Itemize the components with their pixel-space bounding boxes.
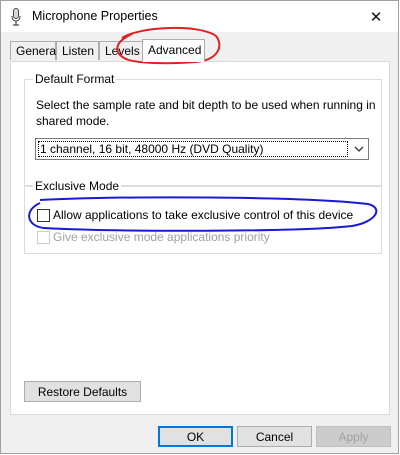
cancel-button[interactable]: Cancel <box>237 426 312 447</box>
sample-rate-dropdown[interactable]: 1 channel, 16 bit, 48000 Hz (DVD Quality… <box>35 138 369 160</box>
allow-exclusive-checkbox[interactable] <box>37 208 50 222</box>
exclusive-mode-group: Exclusive Mode Allow applications to tak… <box>24 179 382 254</box>
microphone-properties-dialog: Microphone Properties ✕ General Listen L… <box>0 0 399 454</box>
tab-listen[interactable]: Listen <box>56 41 99 60</box>
title-bar[interactable]: Microphone Properties ✕ <box>1 1 398 32</box>
allow-exclusive-label: Allow applications to take exclusive con… <box>53 208 354 222</box>
restore-defaults-button[interactable]: Restore Defaults <box>24 381 141 402</box>
ok-button[interactable]: OK <box>158 426 233 447</box>
chevron-down-icon <box>354 146 364 152</box>
selected-format-value: 1 channel, 16 bit, 48000 Hz (DVD Quality… <box>38 141 348 157</box>
default-format-heading: Default Format <box>33 72 117 86</box>
microphone-icon <box>11 8 21 26</box>
close-icon: ✕ <box>369 8 383 26</box>
exclusive-priority-label: Give exclusive mode applications priorit… <box>53 230 270 244</box>
exclusive-priority-option: Give exclusive mode applications priorit… <box>37 229 270 245</box>
exclusive-mode-heading: Exclusive Mode <box>33 179 122 193</box>
advanced-tab-panel: Default Format Select the sample rate an… <box>10 61 390 415</box>
tab-advanced[interactable]: Advanced <box>142 39 205 62</box>
close-button[interactable]: ✕ <box>354 1 398 32</box>
tab-levels[interactable]: Levels <box>99 41 143 60</box>
tab-general[interactable]: General <box>10 41 59 60</box>
exclusive-priority-checkbox <box>37 230 50 244</box>
default-format-description: Select the sample rate and bit depth to … <box>36 98 376 128</box>
allow-exclusive-control-option[interactable]: Allow applications to take exclusive con… <box>37 207 353 223</box>
apply-button: Apply <box>316 426 391 447</box>
default-format-group: Default Format Select the sample rate an… <box>24 72 382 186</box>
window-title: Microphone Properties <box>32 9 158 23</box>
